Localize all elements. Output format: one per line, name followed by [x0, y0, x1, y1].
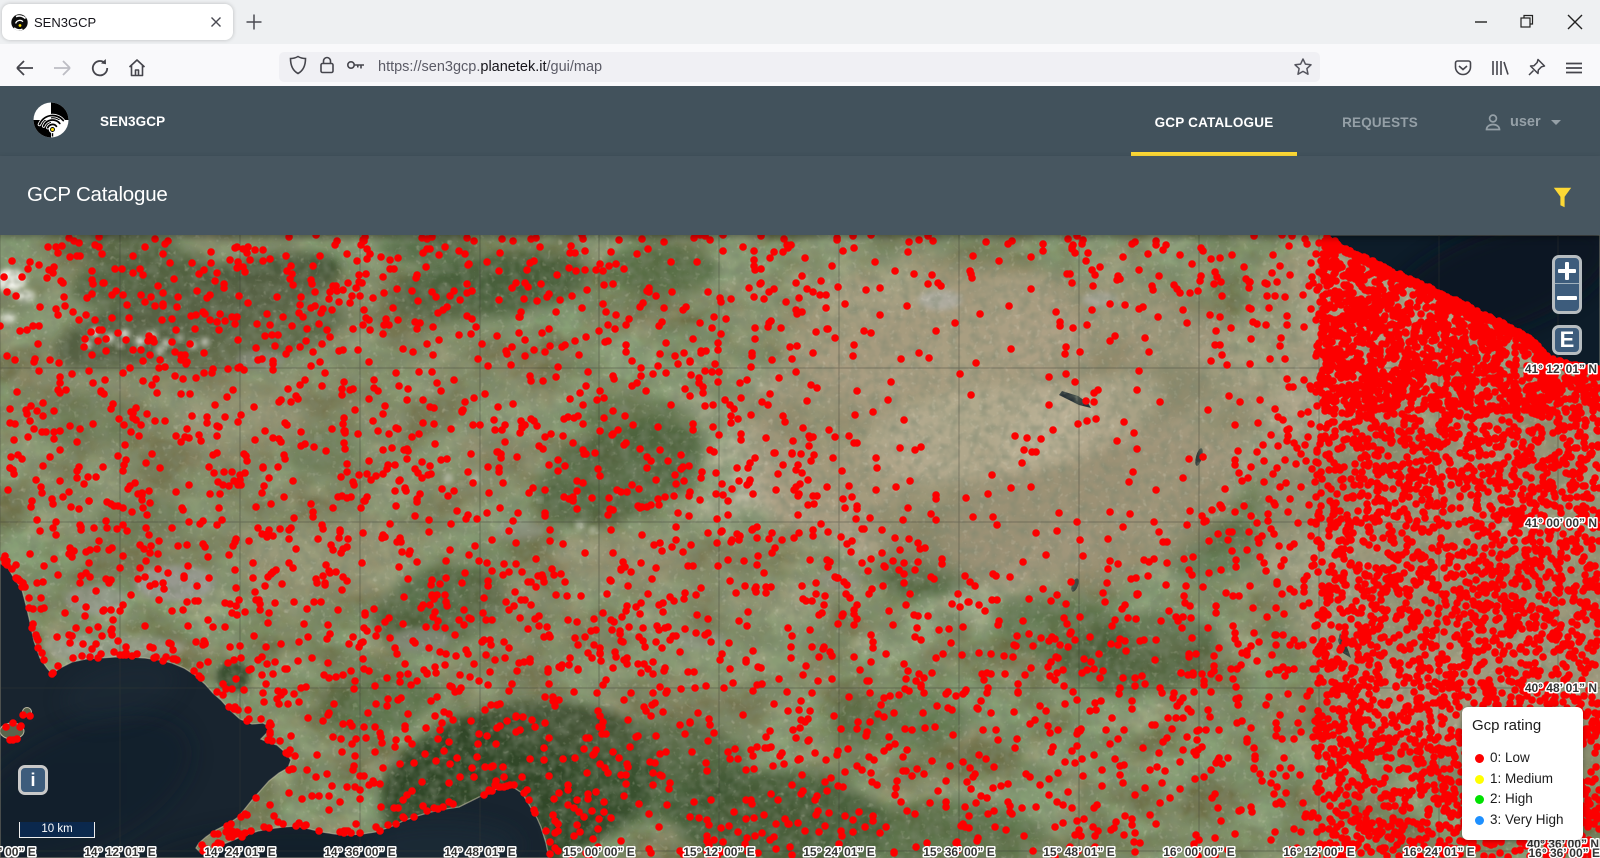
svg-text:14° 24’ 01” E: 14° 24’ 01” E	[204, 845, 276, 858]
svg-text:15° 00’ 00” E: 15° 00’ 00” E	[563, 845, 635, 858]
svg-text:15° 24’ 01” E: 15° 24’ 01” E	[803, 845, 875, 858]
svg-text:14° 12’ 01” E: 14° 12’ 01” E	[84, 845, 156, 858]
svg-text:14° 00’ 00” E: 14° 00’ 00” E	[0, 845, 36, 858]
svg-text:41° 12’ 01” N: 41° 12’ 01” N	[1525, 362, 1597, 376]
svg-text:16° 00’ 00” E: 16° 00’ 00” E	[1163, 845, 1235, 858]
svg-text:14° 36’ 00” E: 14° 36’ 00” E	[324, 845, 396, 858]
svg-text:15° 36’ 00” E: 15° 36’ 00” E	[923, 845, 995, 858]
svg-text:15° 12’ 00” E: 15° 12’ 00” E	[683, 845, 755, 858]
svg-text:14° 48’ 01” E: 14° 48’ 01” E	[444, 845, 516, 858]
svg-text:15° 48’ 01” E: 15° 48’ 01” E	[1043, 845, 1115, 858]
svg-text:41° 00’ 00” N: 41° 00’ 00” N	[1525, 516, 1597, 530]
svg-text:16° 36’ 00” E: 16° 36’ 00” E	[1528, 846, 1600, 858]
svg-text:16° 24’ 01” E: 16° 24’ 01” E	[1403, 845, 1475, 858]
svg-text:16° 12’ 00” E: 16° 12’ 00” E	[1283, 845, 1355, 858]
svg-text:40° 48’ 01” N: 40° 48’ 01” N	[1525, 681, 1597, 695]
